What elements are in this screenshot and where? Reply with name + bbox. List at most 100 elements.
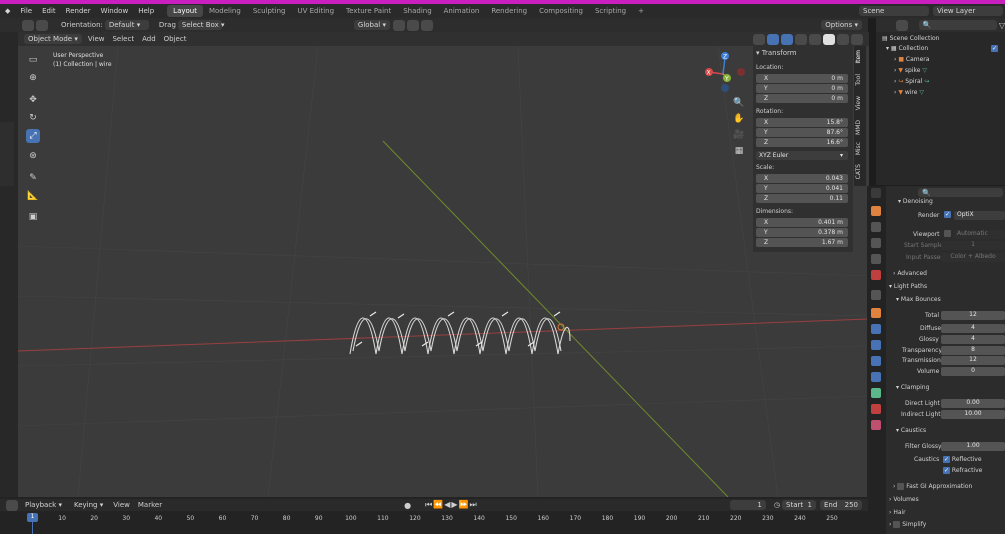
render-denoise-checkbox[interactable]: ✓ bbox=[944, 211, 951, 218]
tab-misc[interactable]: Misc bbox=[855, 142, 865, 155]
bounces-glossy-field[interactable]: 4 bbox=[941, 335, 1005, 344]
cursor-tool-icon[interactable]: ⊕ bbox=[26, 71, 40, 85]
gizmo-toggle-icon[interactable] bbox=[767, 33, 779, 45]
dimensions-y-field[interactable]: Y 0.378 m bbox=[756, 228, 848, 237]
scene-tab-icon[interactable] bbox=[871, 254, 881, 264]
navigation-gizmo[interactable]: X Z Y bbox=[701, 50, 747, 96]
modifiers-tab-icon[interactable] bbox=[871, 324, 881, 334]
proportional-edit-icon[interactable] bbox=[421, 19, 433, 31]
max-bounces-section[interactable]: ▾ Max Bounces bbox=[896, 296, 941, 303]
reflective-checkbox[interactable]: ✓ Reflective bbox=[943, 456, 982, 463]
start-frame-field[interactable]: Start 1 bbox=[782, 500, 816, 510]
bounces-transparency-field[interactable]: 8 bbox=[941, 346, 1005, 355]
scale-y-field[interactable]: Y 0.041 bbox=[756, 184, 848, 193]
output-tab-icon[interactable] bbox=[871, 222, 881, 232]
record-icon[interactable]: ● bbox=[404, 501, 411, 510]
end-frame-field[interactable]: End 250 bbox=[820, 500, 862, 510]
outliner-item-wire[interactable]: › ▼ wire ▽ bbox=[894, 89, 924, 96]
rotation-mode-dropdown[interactable]: XYZ Euler ▾ bbox=[756, 151, 848, 160]
caustics-section[interactable]: ▾ Caustics bbox=[896, 427, 926, 434]
overlay-toggle-icon[interactable] bbox=[781, 33, 793, 45]
workspace-tab-shading[interactable]: Shading bbox=[397, 5, 437, 17]
outliner-item-camera[interactable]: › ■ Camera bbox=[894, 56, 929, 63]
scene-selector[interactable]: Scene bbox=[859, 6, 929, 16]
light-paths-section[interactable]: ▾ Light Paths bbox=[889, 283, 927, 290]
pan-hand-icon[interactable]: ✋ bbox=[732, 112, 746, 126]
collection-item[interactable]: ▾ ▦ Collection ✓ bbox=[886, 45, 1005, 52]
view-layer-tab-icon[interactable] bbox=[871, 238, 881, 248]
add-cube-tool-icon[interactable]: ▣ bbox=[26, 210, 40, 224]
filter-icon[interactable]: ▽ bbox=[999, 21, 1005, 30]
rotation-z-field[interactable]: Z 16.6° bbox=[756, 138, 848, 147]
tab-view[interactable]: View bbox=[855, 96, 865, 110]
scale-x-field[interactable]: X 0.043 bbox=[756, 174, 848, 183]
workspace-tab-uv-editing[interactable]: UV Editing bbox=[292, 5, 341, 17]
viewport-menu-add[interactable]: Add bbox=[138, 35, 160, 43]
fast-gi-section[interactable]: › Fast GI Approximation bbox=[893, 483, 972, 490]
collection-tab-icon[interactable] bbox=[871, 290, 881, 300]
playhead[interactable]: 1 bbox=[27, 513, 38, 522]
world-tab-icon[interactable] bbox=[871, 270, 881, 280]
outliner-item-spike[interactable]: › ▼ spike ▽ bbox=[894, 67, 927, 74]
menu-file[interactable]: File bbox=[15, 7, 37, 15]
bounces-transmission-field[interactable]: 12 bbox=[941, 356, 1005, 365]
shading-material-icon[interactable] bbox=[837, 33, 849, 45]
transform-panel-title[interactable]: ▾ Transform bbox=[756, 49, 797, 57]
clamping-section[interactable]: ▾ Clamping bbox=[896, 384, 929, 391]
add-workspace-button[interactable]: + bbox=[632, 5, 650, 17]
tab-item[interactable]: Item bbox=[855, 50, 865, 64]
bounces-total-field[interactable]: 12 bbox=[941, 311, 1005, 320]
scale-tool-icon[interactable]: ⤢ bbox=[26, 129, 40, 143]
mode-dropdown[interactable]: Object Mode ▾ bbox=[24, 34, 82, 44]
tab-mmd[interactable]: MMD bbox=[855, 120, 865, 135]
properties-search-field[interactable]: 🔍 bbox=[918, 188, 1003, 197]
rotation-x-field[interactable]: X 15.8° bbox=[756, 118, 848, 127]
indirect-light-field[interactable]: 10.00 bbox=[941, 410, 1005, 419]
filter-glossy-field[interactable]: 1.00 bbox=[941, 442, 1005, 451]
data-tab-icon[interactable] bbox=[871, 388, 881, 398]
material-tab-icon[interactable] bbox=[871, 404, 881, 414]
denoising-section[interactable]: ▾ Denoising bbox=[898, 198, 933, 205]
simplify-section[interactable]: › Simplify bbox=[889, 521, 926, 528]
render-tab-icon[interactable] bbox=[871, 206, 881, 216]
hair-section[interactable]: › Hair bbox=[889, 509, 906, 516]
workspace-tab-animation[interactable]: Animation bbox=[438, 5, 486, 17]
measure-tool-icon[interactable]: 📐 bbox=[26, 189, 40, 203]
timeline-marker-menu[interactable]: Marker bbox=[134, 501, 166, 509]
transform-tool-icon[interactable]: ⊛ bbox=[26, 149, 40, 163]
current-frame-field[interactable]: 1 bbox=[729, 500, 766, 510]
outliner-item-spiral[interactable]: › ↪ Spiral ↪ bbox=[894, 78, 929, 85]
viewport-menu-view[interactable]: View bbox=[84, 35, 109, 43]
dimensions-x-field[interactable]: X 0.401 m bbox=[756, 218, 848, 227]
workspace-tab-layout[interactable]: Layout bbox=[167, 5, 203, 17]
dimensions-z-field[interactable]: Z 1.67 m bbox=[756, 238, 848, 247]
blender-logo-icon[interactable]: ◆ bbox=[0, 7, 15, 15]
select-box-tool-icon[interactable]: ▭ bbox=[26, 53, 40, 67]
viewport-denoise-checkbox[interactable] bbox=[944, 230, 951, 237]
viewport-menu-object[interactable]: Object bbox=[160, 35, 191, 43]
start-sample-field[interactable]: 1 bbox=[941, 241, 1005, 250]
location-z-field[interactable]: Z 0 m bbox=[756, 94, 848, 103]
workspace-tab-sculpting[interactable]: Sculpting bbox=[247, 5, 292, 17]
texture-tab-icon[interactable] bbox=[871, 420, 881, 430]
tab-tool[interactable]: Tool bbox=[855, 74, 865, 86]
location-x-field[interactable]: X 0 m bbox=[756, 74, 848, 83]
menu-window[interactable]: Window bbox=[96, 7, 134, 15]
bounces-diffuse-field[interactable]: 4 bbox=[941, 324, 1005, 333]
bounces-volume-field[interactable]: 0 bbox=[941, 367, 1005, 376]
menu-render[interactable]: Render bbox=[61, 7, 96, 15]
xray-icon[interactable] bbox=[795, 33, 807, 45]
select-tool-icon[interactable] bbox=[22, 19, 34, 31]
perspective-toggle-icon[interactable]: ▦ bbox=[732, 144, 746, 158]
annotate-tool-icon[interactable]: ✎ bbox=[26, 171, 40, 185]
pivot-point-icon[interactable] bbox=[393, 19, 405, 31]
move-tool-icon[interactable]: ✥ bbox=[26, 93, 40, 107]
menu-help[interactable]: Help bbox=[133, 7, 159, 15]
tool-tab-icon[interactable] bbox=[871, 188, 881, 198]
viewport-menu-select[interactable]: Select bbox=[108, 35, 138, 43]
collapsed-editor[interactable] bbox=[0, 122, 14, 186]
timeline-editor-icon[interactable] bbox=[6, 499, 18, 511]
workspace-tab-scripting[interactable]: Scripting bbox=[589, 5, 632, 17]
physics-tab-icon[interactable] bbox=[871, 356, 881, 366]
tab-cats[interactable]: CATS bbox=[855, 164, 865, 179]
